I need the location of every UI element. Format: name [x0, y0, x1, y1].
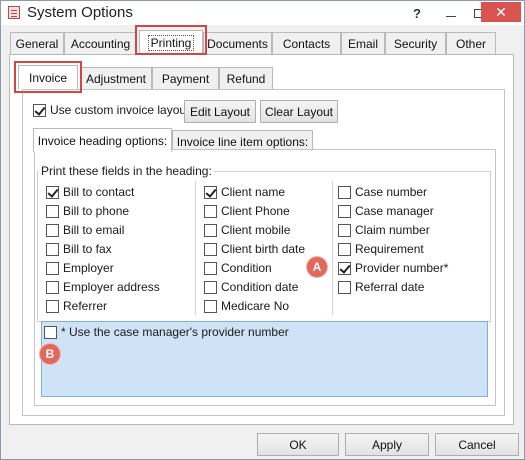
- system-options-window: System Options ? ✕ General Accounting Pr…: [0, 0, 525, 460]
- client-birth-date-label: Client birth date: [221, 242, 306, 256]
- claim-number-checkbox[interactable]: [338, 224, 351, 237]
- tab-email[interactable]: Email: [341, 32, 385, 54]
- title-bar: System Options ? ✕: [1, 1, 524, 25]
- condition-label: Condition: [221, 261, 272, 275]
- client-mobile-checkbox[interactable]: [204, 224, 217, 237]
- client-mobile-label: Client mobile: [221, 223, 291, 237]
- employer-label: Employer: [63, 261, 114, 275]
- tab-contacts[interactable]: Contacts: [272, 32, 341, 54]
- custom-layout-label: Use custom invoice layout:: [50, 103, 193, 117]
- case-manager-provider-checkbox[interactable]: [44, 326, 57, 339]
- tab-payment[interactable]: Payment: [152, 67, 219, 89]
- tab-accounting[interactable]: Accounting: [64, 32, 137, 54]
- bill-to-phone-checkbox[interactable]: [46, 205, 59, 218]
- cancel-button[interactable]: Cancel: [435, 433, 519, 456]
- column-divider: [332, 181, 333, 315]
- apply-button[interactable]: Apply: [345, 433, 429, 456]
- case-manager-checkbox[interactable]: [338, 205, 351, 218]
- close-button[interactable]: ✕: [481, 2, 521, 22]
- tab-security[interactable]: Security: [385, 32, 446, 54]
- minimize-icon: [446, 15, 456, 17]
- tab-refund[interactable]: Refund: [219, 67, 273, 89]
- referral-date-checkbox[interactable]: [338, 281, 351, 294]
- case-number-checkbox[interactable]: [338, 186, 351, 199]
- employer-address-checkbox[interactable]: [46, 281, 59, 294]
- case-manager-label: Case manager: [355, 204, 434, 218]
- tab-other[interactable]: Other: [446, 32, 496, 54]
- bill-to-contact-checkbox[interactable]: [46, 186, 59, 199]
- callout-marker-a: A: [307, 257, 327, 277]
- client-phone-label: Client Phone: [221, 204, 290, 218]
- medicare-no-checkbox[interactable]: [204, 300, 217, 313]
- employer-checkbox[interactable]: [46, 262, 59, 275]
- bill-to-fax-label: Bill to fax: [63, 242, 112, 256]
- client-phone-checkbox[interactable]: [204, 205, 217, 218]
- provider-number-label: Provider number*: [355, 261, 449, 275]
- condition-date-checkbox[interactable]: [204, 281, 217, 294]
- bill-to-email-label: Bill to email: [63, 223, 125, 237]
- case-number-label: Case number: [355, 185, 428, 199]
- medicare-no-label: Medicare No: [221, 299, 290, 313]
- requirement-label: Requirement: [355, 242, 424, 256]
- bill-to-email-checkbox[interactable]: [46, 224, 59, 237]
- tab-documents[interactable]: Documents: [203, 32, 272, 54]
- referrer-checkbox[interactable]: [46, 300, 59, 313]
- referral-date-label: Referral date: [355, 280, 425, 294]
- condition-checkbox[interactable]: [204, 262, 217, 275]
- app-icon: [8, 6, 20, 19]
- help-button[interactable]: ?: [405, 3, 429, 23]
- claim-number-label: Claim number: [355, 223, 430, 237]
- provider-number-checkbox[interactable]: [338, 262, 351, 275]
- tab-invoice[interactable]: Invoice: [18, 65, 78, 89]
- clear-layout-button[interactable]: Clear Layout: [260, 100, 338, 123]
- condition-date-label: Condition date: [221, 280, 299, 294]
- custom-layout-checkbox[interactable]: [33, 104, 46, 117]
- case-manager-provider-label: * Use the case manager's provider number: [61, 325, 289, 339]
- edit-layout-button[interactable]: Edit Layout: [184, 100, 256, 123]
- bill-to-fax-checkbox[interactable]: [46, 243, 59, 256]
- ok-button[interactable]: OK: [257, 433, 339, 456]
- callout-marker-b: B: [40, 344, 60, 364]
- referrer-label: Referrer: [63, 299, 108, 313]
- window-title: System Options: [27, 4, 133, 21]
- bill-to-phone-label: Bill to phone: [63, 204, 130, 218]
- client-name-label: Client name: [221, 185, 286, 199]
- client-name-checkbox[interactable]: [204, 186, 217, 199]
- column-divider: [195, 181, 196, 315]
- minimize-button[interactable]: [439, 3, 463, 23]
- employer-address-label: Employer address: [63, 280, 160, 294]
- tab-invoice-heading-options[interactable]: Invoice heading options:: [33, 128, 172, 152]
- client-birth-date-checkbox[interactable]: [204, 243, 217, 256]
- tab-printing[interactable]: Printing: [139, 30, 203, 54]
- heading-fields-legend: Print these fields in the heading:: [39, 164, 214, 178]
- tab-printing-label: Printing: [147, 34, 195, 51]
- requirement-checkbox[interactable]: [338, 243, 351, 256]
- tab-general[interactable]: General: [10, 32, 64, 54]
- tab-adjustment[interactable]: Adjustment: [80, 67, 152, 89]
- bill-to-contact-label: Bill to contact: [63, 185, 135, 199]
